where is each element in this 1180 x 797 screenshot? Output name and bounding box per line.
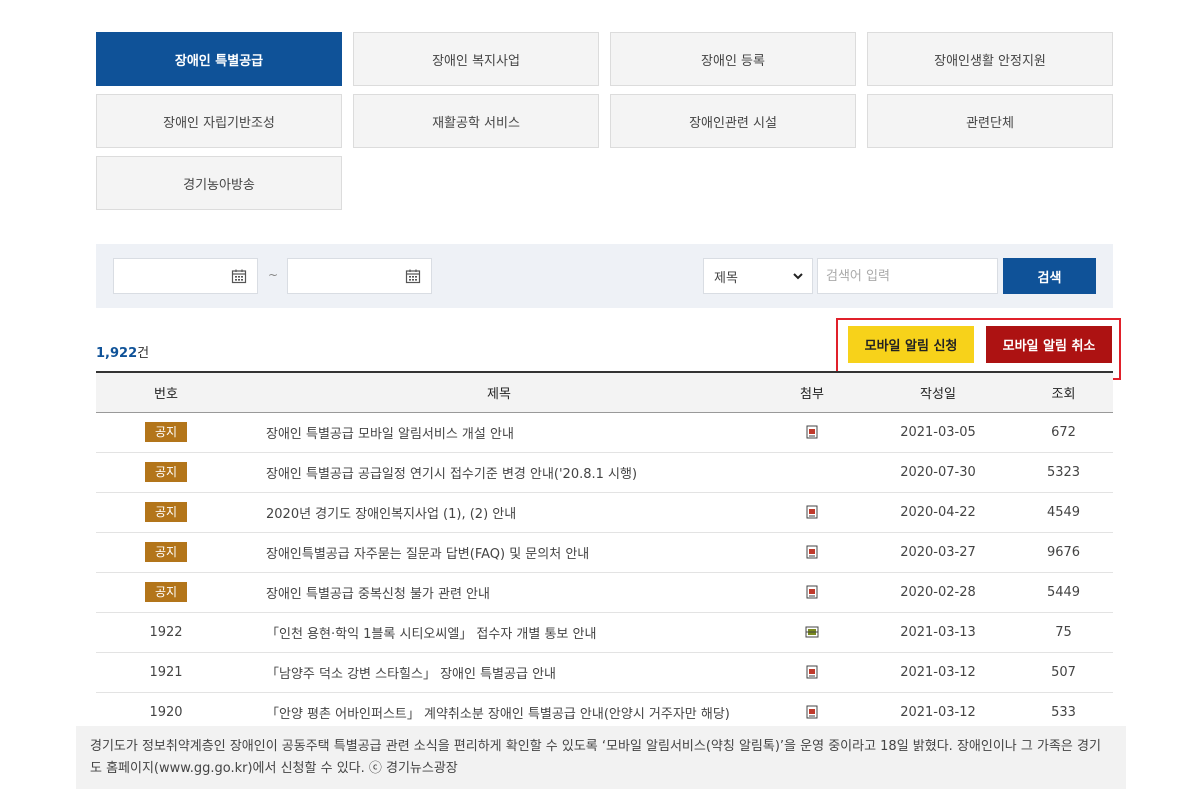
tab-welfare-projects[interactable]: 장애인 복지사업 — [353, 32, 599, 86]
row-date: 2020-04-22 — [900, 504, 976, 520]
tab-special-supply[interactable]: 장애인 특별공급 — [96, 32, 342, 86]
row-date: 2021-03-13 — [900, 624, 976, 640]
table-row[interactable]: 공지 장애인특별공급 자주묻는 질문과 답변(FAQ) 및 문의처 안내 2020-… — [96, 532, 1113, 572]
row-no: 공지 — [96, 412, 236, 452]
row-views: 507 — [1051, 664, 1076, 680]
notice-badge: 공지 — [145, 582, 187, 602]
row-date: 2020-02-28 — [900, 584, 976, 600]
row-date: 2021-03-12 — [900, 664, 976, 680]
attachment-doc-icon[interactable] — [805, 545, 819, 560]
notice-badge: 공지 — [145, 502, 187, 522]
notice-badge: 공지 — [145, 422, 187, 442]
mobile-alert-cancel-button[interactable]: 모바일 알림 취소 — [986, 326, 1112, 363]
search-button[interactable]: 검색 — [1003, 258, 1096, 294]
chevron-down-icon — [793, 273, 803, 280]
row-title-link[interactable]: 장애인특별공급 자주묻는 질문과 답변(FAQ) 및 문의처 안내 — [236, 532, 762, 572]
row-title-link[interactable]: 장애인 특별공급 공급일정 연기시 접수기준 변경 안내('20.8.1 시행) — [236, 452, 762, 492]
mobile-alert-apply-button[interactable]: 모바일 알림 신청 — [848, 326, 974, 363]
date-separator: ~ — [268, 268, 279, 282]
row-attach — [762, 612, 862, 652]
table-row[interactable]: 1922 「인천 용현·학익 1블록 시티오씨엘」 접수자 개별 통보 안내 202… — [96, 612, 1113, 652]
search-bar: ~ 제목 검색 — [96, 244, 1113, 308]
result-count-unit: 건 — [137, 346, 150, 361]
header-no: 번호 — [154, 386, 178, 402]
table-header: 번호 제목 첨부 작성일 조회 — [96, 372, 1113, 412]
result-count-value: 1,922 — [96, 346, 138, 361]
search-input[interactable] — [817, 258, 998, 294]
calendar-icon[interactable] — [231, 268, 247, 284]
tab-facilities[interactable]: 장애인관련 시설 — [610, 94, 856, 148]
notice-badge: 공지 — [145, 462, 187, 482]
row-attach — [762, 572, 862, 612]
table-row[interactable]: 1921 「남양주 덕소 강변 스타힐스」 장애인 특별공급 안내 2021-03-… — [96, 652, 1113, 692]
row-no: 공지 — [96, 492, 236, 532]
row-attach — [762, 412, 862, 452]
row-title-link[interactable]: 「인천 용현·학익 1블록 시티오씨엘」 접수자 개별 통보 안내 — [236, 612, 762, 652]
row-views: 672 — [1051, 424, 1076, 440]
photo-caption: 경기도가 정보취약계층인 장애인이 공동주택 특별공급 관련 소식을 편리하게 … — [76, 726, 1126, 789]
tab-organizations[interactable]: 관련단체 — [867, 94, 1113, 148]
tab-registration[interactable]: 장애인 등록 — [610, 32, 856, 86]
row-views: 5323 — [1046, 464, 1081, 480]
start-date-input[interactable] — [113, 258, 258, 294]
row-views: 5449 — [1046, 584, 1081, 600]
row-title-link[interactable]: 장애인 특별공급 중복신청 불가 관련 안내 — [236, 572, 762, 612]
tab-deaf-broadcast[interactable]: 경기농아방송 — [96, 156, 342, 210]
board-body: 공지 장애인 특별공급 모바일 알림서비스 개설 안내 2021-03-05 672 공… — [96, 412, 1113, 732]
attachment-doc-icon[interactable] — [805, 425, 819, 440]
row-attach — [762, 492, 862, 532]
row-attach — [762, 652, 862, 692]
header-views: 조회 — [1051, 386, 1076, 402]
attachment-xls-icon[interactable] — [805, 625, 819, 640]
row-no: 1922 — [149, 624, 183, 640]
table-row[interactable]: 공지 장애인 특별공급 모바일 알림서비스 개설 안내 2021-03-05 672 — [96, 412, 1113, 452]
table-row[interactable]: 공지 장애인 특별공급 공급일정 연기시 접수기준 변경 안내('20.8.1 시… — [96, 452, 1113, 492]
row-title-link[interactable]: 「남양주 덕소 강변 스타힐스」 장애인 특별공급 안내 — [236, 652, 762, 692]
row-attach — [762, 532, 862, 572]
result-count: 1,922건 — [96, 342, 149, 361]
search-field-value: 제목 — [714, 270, 738, 286]
board-table: 번호 제목 첨부 작성일 조회 공지 장애인 특별공급 모바일 알림서비스 개설 … — [96, 371, 1113, 733]
calendar-icon[interactable] — [405, 268, 421, 284]
row-views: 4549 — [1046, 504, 1081, 520]
attachment-doc-icon[interactable] — [805, 665, 819, 680]
end-date-input[interactable] — [287, 258, 432, 294]
tab-living-support[interactable]: 장애인생활 안정지원 — [867, 32, 1113, 86]
header-title: 제목 — [487, 386, 511, 402]
row-views: 9676 — [1046, 544, 1081, 560]
attachment-doc-icon[interactable] — [805, 585, 819, 600]
row-title-link[interactable]: 2020년 경기도 장애인복지사업 (1), (2) 안내 — [236, 492, 762, 532]
attachment-doc-icon[interactable] — [805, 705, 819, 720]
tab-self-reliance[interactable]: 장애인 자립기반조성 — [96, 94, 342, 148]
table-row[interactable]: 공지 장애인 특별공급 중복신청 불가 관련 안내 2020-02-28 5449 — [96, 572, 1113, 612]
attachment-doc-icon[interactable] — [805, 505, 819, 520]
notice-badge: 공지 — [145, 542, 187, 562]
row-date: 2021-03-05 — [900, 424, 976, 440]
row-date: 2020-03-27 — [900, 544, 976, 560]
category-tabs: 장애인 특별공급 장애인 복지사업 장애인 등록 장애인생활 안정지원 장애인 … — [96, 32, 1113, 210]
row-title-link[interactable]: 장애인 특별공급 모바일 알림서비스 개설 안내 — [236, 412, 762, 452]
table-row[interactable]: 공지 2020년 경기도 장애인복지사업 (1), (2) 안내 2020-04-2… — [96, 492, 1113, 532]
header-date: 작성일 — [920, 386, 956, 402]
row-attach — [762, 452, 862, 492]
tab-rehab-engineering[interactable]: 재활공학 서비스 — [353, 94, 599, 148]
row-no: 1921 — [149, 664, 183, 680]
row-no: 공지 — [96, 452, 236, 492]
row-no: 공지 — [96, 572, 236, 612]
row-no: 공지 — [96, 532, 236, 572]
row-views: 75 — [1055, 624, 1072, 640]
header-attach: 첨부 — [800, 386, 824, 402]
row-date: 2020-07-30 — [900, 464, 976, 480]
search-field-select[interactable]: 제목 — [703, 258, 813, 294]
